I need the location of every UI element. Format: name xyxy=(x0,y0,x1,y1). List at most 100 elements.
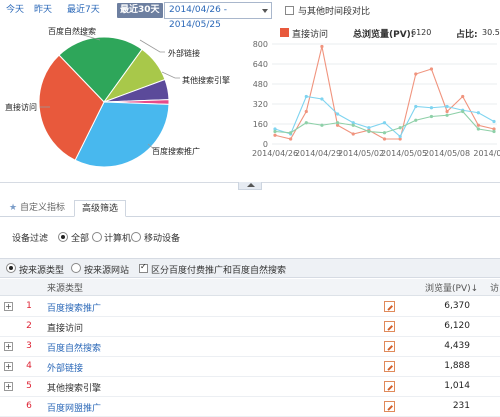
compare-checkbox[interactable] xyxy=(285,6,294,15)
row-source-name: 直接访问 xyxy=(47,324,84,334)
line-chart-panel: 直接访问 总浏览量(PV): 6120 占比: 30.5 800 640 480 32… xyxy=(250,22,500,162)
line-chart: 80064048032016002014/04/262014/04/292014… xyxy=(252,40,500,158)
range-yesterday-button[interactable]: 昨天 xyxy=(31,3,55,18)
collapse-toggle[interactable] xyxy=(238,182,262,190)
series-point[interactable] xyxy=(289,131,293,135)
expand-row-icon[interactable]: + xyxy=(4,382,13,391)
external-link-icon[interactable] xyxy=(384,381,395,392)
series-point[interactable] xyxy=(398,134,402,139)
range-7days-button[interactable]: 最近7天 xyxy=(64,3,103,18)
series-point[interactable] xyxy=(304,121,308,125)
row-source-name[interactable]: 外部链接 xyxy=(47,361,83,374)
expand-row-icon[interactable]: + xyxy=(4,342,13,351)
series-point[interactable] xyxy=(382,121,387,125)
col-header-pv[interactable]: 浏览量(PV)↓ xyxy=(425,281,478,294)
series-point[interactable] xyxy=(273,133,277,137)
compare-label: 与其他时间段对比 xyxy=(298,7,371,17)
series-point[interactable] xyxy=(429,106,434,110)
series-point[interactable] xyxy=(335,121,340,125)
row-source-name[interactable]: 百度网盟推广 xyxy=(47,401,101,414)
series-line xyxy=(274,46,495,140)
star-icon: ★ xyxy=(9,203,18,213)
col-header-more: 访 xyxy=(490,284,500,294)
series-point[interactable] xyxy=(304,109,308,114)
y-tick-label: 160 xyxy=(253,120,268,129)
x-tick-label: 2014/05 xyxy=(473,149,500,158)
pie-chart xyxy=(38,33,180,168)
expand-row-icon[interactable]: + xyxy=(4,362,13,371)
series-point[interactable] xyxy=(367,129,371,134)
series-point[interactable] xyxy=(335,112,340,116)
pie-label-external: 外部链接 xyxy=(168,49,200,58)
series-point[interactable] xyxy=(304,94,308,99)
series-point[interactable] xyxy=(414,104,418,109)
external-link-icon[interactable] xyxy=(384,361,395,372)
row-source-name[interactable]: 百度自然搜索 xyxy=(47,341,101,354)
device-mobile-label: 移动设备 xyxy=(144,234,181,244)
by-source-site-label: 按来源网站 xyxy=(84,266,130,276)
series-point[interactable] xyxy=(492,119,496,124)
tab-advanced-label: 高级筛选 xyxy=(82,204,119,214)
y-tick-label: 480 xyxy=(253,80,268,89)
series-point[interactable] xyxy=(429,67,434,71)
range-30days-button[interactable]: 最近30天 xyxy=(117,3,163,18)
series-point[interactable] xyxy=(445,104,449,109)
col-header-pv-label: 浏览量(PV) xyxy=(425,284,471,294)
range-today-button[interactable]: 今天 xyxy=(3,3,27,18)
series-point[interactable] xyxy=(382,131,387,135)
series-line xyxy=(274,95,495,138)
series-point[interactable] xyxy=(476,127,480,131)
series-point[interactable] xyxy=(320,123,324,127)
series-point[interactable] xyxy=(351,123,355,127)
series-point[interactable] xyxy=(367,126,371,130)
y-tick-label: 0 xyxy=(263,140,268,149)
source-filter-bar: 按来源类型 按来源网站 区分百度付费推广和百度自然搜索 xyxy=(0,258,500,278)
series-point[interactable] xyxy=(445,113,449,117)
x-tick-label: 2014/05/02 xyxy=(338,149,384,158)
series-point[interactable] xyxy=(429,114,434,119)
series-point[interactable] xyxy=(445,109,449,114)
y-tick-label: 800 xyxy=(253,40,268,49)
series-point[interactable] xyxy=(414,118,418,122)
external-link-icon[interactable] xyxy=(384,321,395,332)
by-source-site-radio[interactable] xyxy=(71,263,81,273)
row-number: 6 xyxy=(26,401,32,411)
device-filter-label: 设备过滤 xyxy=(12,234,49,244)
distinguish-checkbox[interactable] xyxy=(139,262,148,273)
external-link-icon[interactable] xyxy=(384,401,395,412)
table-row: +1 百度搜索推广 6,370 xyxy=(0,297,500,317)
series-point[interactable] xyxy=(351,132,355,136)
series-point[interactable] xyxy=(461,94,465,99)
pie-leader-line xyxy=(161,71,180,79)
row-pv-value: 1,014 xyxy=(444,381,470,391)
row-number: 4 xyxy=(26,361,32,371)
series-point[interactable] xyxy=(492,129,496,134)
device-computer-radio[interactable] xyxy=(92,232,102,242)
series-point[interactable] xyxy=(476,123,480,127)
device-mobile-radio[interactable] xyxy=(131,232,141,242)
tab-custom-metrics[interactable]: ★ 自定义指标 xyxy=(2,200,72,217)
external-link-icon[interactable] xyxy=(384,341,395,352)
row-source-name[interactable]: 百度搜索推广 xyxy=(47,301,101,314)
series-point[interactable] xyxy=(382,137,387,141)
row-pv-value: 6,120 xyxy=(444,321,470,331)
series-point[interactable] xyxy=(476,111,480,115)
device-all-radio[interactable] xyxy=(58,232,68,242)
chevron-up-icon xyxy=(247,183,255,187)
row-pv-value: 4,439 xyxy=(444,341,470,351)
table-row: 6 百度网盟推广 231 xyxy=(0,397,500,417)
expand-row-icon[interactable]: + xyxy=(4,302,13,311)
sort-desc-icon: ↓ xyxy=(470,284,479,294)
series-point[interactable] xyxy=(273,129,277,134)
series-point[interactable] xyxy=(320,44,324,49)
series-point[interactable] xyxy=(320,97,324,101)
series-point[interactable] xyxy=(461,109,465,114)
series-point[interactable] xyxy=(289,137,293,141)
external-link-icon[interactable] xyxy=(384,301,395,312)
by-source-type-radio[interactable] xyxy=(6,263,16,273)
date-range-picker[interactable]: 2014/04/26 - 2014/05/25 xyxy=(164,2,272,30)
tab-advanced-filter[interactable]: 高级筛选 xyxy=(74,200,127,217)
distinguish-label: 区分百度付费推广和百度自然搜索 xyxy=(151,266,287,276)
series-point[interactable] xyxy=(414,72,418,76)
series-point[interactable] xyxy=(398,126,402,130)
